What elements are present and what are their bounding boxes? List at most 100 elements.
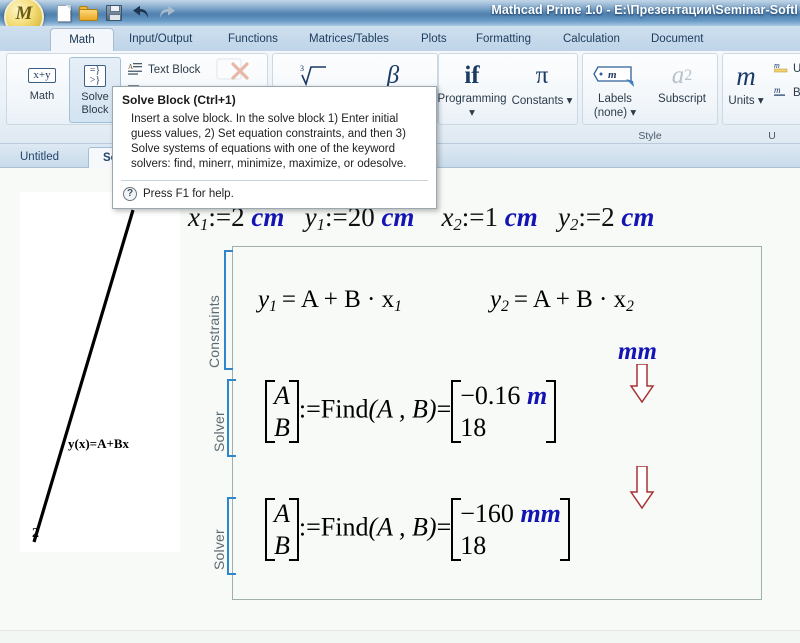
constants-label: Constants: [511, 95, 564, 107]
line-diagram: 1 2 y(x)=A+Bx: [20, 186, 180, 552]
definition-x2[interactable]: x2:=1 cm: [441, 202, 537, 234]
math-region-button[interactable]: x+y Math: [16, 57, 68, 123]
ribbon-tab-functions[interactable]: Functions: [217, 28, 289, 51]
solver-1-result-bottom: 18: [460, 412, 487, 442]
ribbon-tab-input-output[interactable]: Input/Output: [118, 28, 203, 51]
ribbon-group-programming-constants: if Programming ▾ π Constants ▾: [436, 53, 578, 142]
labels-label: Labels: [598, 93, 632, 105]
solver-2-result-unit: mm: [520, 499, 561, 528]
base-units-icon: m: [774, 85, 788, 101]
page-bottom-divider: [0, 630, 800, 631]
tooltip-footer: ? Press F1 for help.: [113, 181, 436, 208]
ribbon-group-style: m Labels (none) ▾ a2 Subscript Style: [582, 53, 718, 142]
svg-text:A: A: [128, 63, 133, 71]
subscript-icon: a2: [671, 62, 693, 89]
constants-button[interactable]: π Constants ▾: [506, 57, 578, 123]
solver-equation-2[interactable]: A B :=Find(A , B)= −160 mm 18: [265, 498, 570, 562]
diagram-point-2-label: 2: [32, 526, 39, 541]
text-block-label: Text Block: [148, 64, 201, 76]
text-block-icon: A: [128, 62, 143, 79]
constraint-equation-2[interactable]: y2 = A + B · x2: [490, 286, 634, 316]
units-icon: m: [736, 60, 756, 91]
solver-2-function: Find: [320, 512, 369, 542]
solver-2-assign: :=: [298, 512, 321, 542]
solver-2-brace: [227, 497, 236, 575]
solver-2-input-matrix: A B: [265, 498, 299, 562]
labels-value: (none): [593, 107, 628, 119]
text-block-button[interactable]: A Text Block: [128, 60, 200, 80]
subscript-button: a2 Subscript: [646, 57, 718, 123]
document-workspace[interactable]: 1 2 y(x)=A+Bx x1:=2 cm y1:=20 cm x2:=1 c…: [0, 168, 800, 643]
mathcad-prime-window: Mathcad Prime 1.0 - E:\Презентации\Semin…: [0, 0, 800, 643]
solver-2-result-matrix: −160 mm 18: [451, 498, 570, 562]
solver-equation-1[interactable]: A B :=Find(A , B)= −0.16 m 18: [265, 380, 557, 444]
document-tab-untitled[interactable]: Untitled: [6, 147, 73, 168]
annotation-arrow-2-icon: [629, 465, 655, 515]
unit-system-button[interactable]: m Uni: [773, 59, 800, 79]
redo-icon: [158, 5, 178, 21]
diagram-line-equation-label: y(x)=A+Bx: [68, 436, 130, 451]
style-group-label: Style: [638, 130, 662, 142]
save-document-icon[interactable]: [106, 5, 122, 21]
new-document-icon[interactable]: [57, 4, 71, 22]
programming-icon: if: [464, 62, 480, 89]
ribbon-tab-calculation[interactable]: Calculation: [552, 28, 631, 51]
definition-y2[interactable]: y2:=2 cm: [558, 202, 654, 234]
unit-annotation-mm: mm: [618, 338, 657, 365]
constants-chevron-down-icon: ▾: [566, 95, 573, 107]
svg-text:m: m: [774, 61, 780, 70]
solver-1-args: (A , B): [368, 394, 437, 424]
ribbon-tab-document[interactable]: Document: [640, 28, 714, 51]
units-group-label: U: [768, 130, 776, 142]
solver-1-equals: =: [436, 394, 452, 424]
constants-icon: π: [535, 62, 549, 89]
labels-button[interactable]: m Labels (none) ▾: [582, 57, 648, 123]
math-region-label: Math: [29, 90, 55, 102]
solve-block-tooltip: Solve Block (Ctrl+1) Insert a solve bloc…: [112, 86, 437, 209]
units-button[interactable]: m Units ▾: [718, 57, 774, 123]
programming-chevron-down-icon: ▾: [469, 107, 475, 119]
solver-2-result-bottom: 18: [460, 530, 487, 560]
programming-label: Programming: [437, 93, 507, 105]
diagram-svg: [32, 209, 135, 543]
window-title: Mathcad Prime 1.0 - E:\Презентации\Semin…: [491, 3, 798, 17]
labels-icon: m: [582, 61, 648, 91]
solver-1-assign: :=: [298, 394, 321, 424]
constraints-section-label: Constraints: [206, 294, 222, 368]
units-chevron-down-icon: ▾: [757, 95, 764, 107]
units-label: Units: [728, 95, 755, 107]
svg-text:3: 3: [300, 64, 304, 73]
base-units-button[interactable]: m Bas: [774, 83, 800, 103]
undo-icon[interactable]: [130, 5, 150, 21]
solver-1-input-matrix: A B: [265, 380, 299, 444]
subscript-label: Subscript: [658, 93, 706, 105]
ribbon-tab-bar: Math Input/Output Functions Matrices/Tab…: [0, 26, 800, 51]
solver-1-result-top: −0.16: [460, 381, 521, 410]
solver-1-function: Find: [320, 394, 369, 424]
solver-1-result-unit: m: [526, 381, 548, 410]
ribbon-tab-plots[interactable]: Plots: [410, 28, 458, 51]
solver-2-args: (A , B): [368, 512, 437, 542]
logo-letter: M: [15, 3, 33, 24]
constraints-brace: [224, 250, 233, 370]
constraint-equation-1[interactable]: y1 = A + B · x1: [258, 286, 402, 316]
unit-system-label: Uni: [793, 63, 800, 75]
solve-block-icon: =} >}: [78, 63, 112, 89]
tooltip-footer-text: Press F1 for help.: [143, 188, 234, 200]
help-question-icon: ?: [123, 187, 137, 201]
annotation-arrow-1-icon: [629, 363, 655, 409]
ribbon-tab-math[interactable]: Math: [50, 28, 114, 51]
solver-2-result-top: −160: [460, 499, 514, 528]
quick-access-toolbar: [55, 2, 178, 24]
solver-2-equals: =: [436, 512, 452, 542]
math-region-icon: x+y: [25, 62, 59, 88]
unit-system-icon: m: [773, 61, 788, 77]
programming-button[interactable]: if Programming ▾: [436, 57, 508, 123]
solve-block-icon-line2: >}: [89, 75, 101, 86]
delete-region-button: [216, 58, 252, 83]
ribbon-tab-formatting[interactable]: Formatting: [465, 28, 542, 51]
ribbon-tab-matrices-tables[interactable]: Matrices/Tables: [298, 28, 400, 51]
svg-text:m: m: [774, 85, 781, 95]
open-document-icon[interactable]: [79, 5, 98, 21]
solver-1-result-matrix: −0.16 m 18: [451, 380, 557, 444]
